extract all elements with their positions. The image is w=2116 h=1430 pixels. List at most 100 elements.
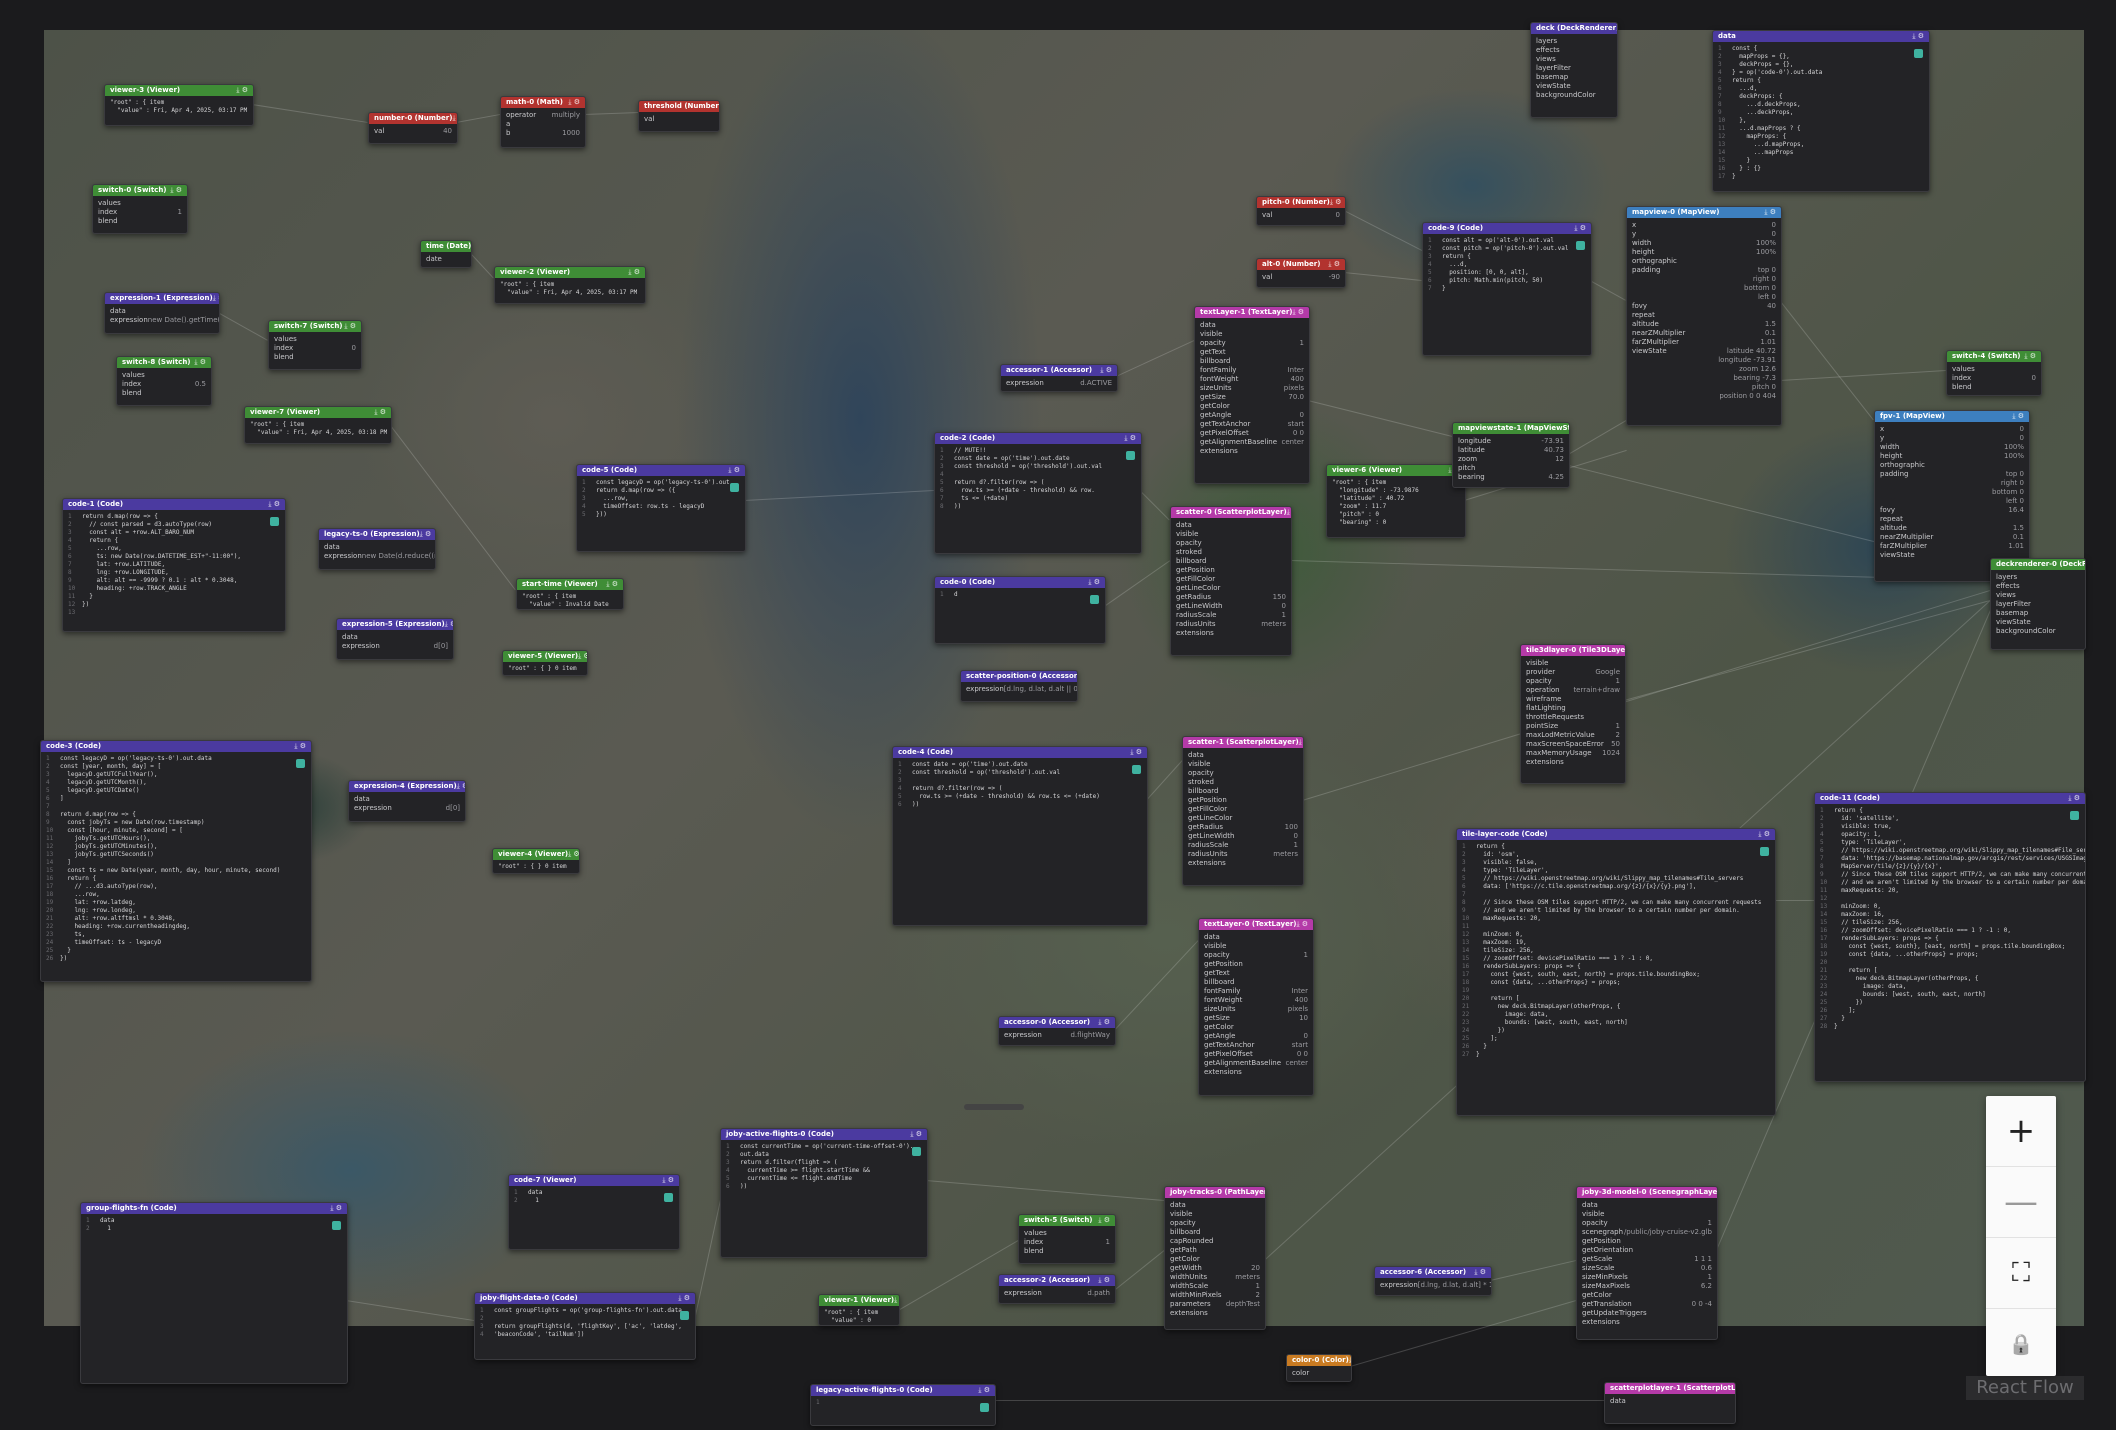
node-expression-5[interactable]: expression-5 (Expression)⤓ ⚙dataexpressi… (336, 618, 454, 660)
node-header[interactable]: viewer-1 (Viewer)⤓ ⚙ (819, 1295, 899, 1306)
field-value[interactable]: 70.0 (1288, 393, 1304, 402)
field-value[interactable]: 0 (1282, 602, 1286, 611)
field-value[interactable]: 0 (1304, 1032, 1308, 1041)
node-actions-icon[interactable]: ⤓ ⚙ (1098, 1215, 1110, 1226)
node-scatter-position-0[interactable]: scatter-position-0 (Accessor)⤓ ⚙ expressi… (960, 670, 1078, 702)
field-row[interactable]: visible (1176, 530, 1286, 539)
field-value[interactable]: position 0 0 404 (1719, 392, 1776, 401)
field-value[interactable]: bottom 0 (1992, 488, 2024, 497)
node-header[interactable]: time (Date)⤓ ⚙ (421, 241, 471, 252)
field-row[interactable]: values (98, 199, 182, 208)
run-toggle-icon[interactable] (1760, 847, 1769, 856)
node-header[interactable]: viewer-3 (Viewer) ⤓ ⚙ (105, 85, 253, 96)
field-row[interactable]: radiusUnits meters (1176, 620, 1286, 629)
node-code-2[interactable]: code-2 (Code) ⤓ ⚙ 1 // MUTE!! 2 const date = … (934, 432, 1142, 554)
run-toggle-icon[interactable] (332, 1221, 341, 1230)
field-value[interactable]: 50 (1611, 740, 1620, 749)
field-row[interactable]: expression new Date().getTime() (110, 316, 219, 325)
node-code-5[interactable]: code-5 (Code) ⤓ ⚙ 1 const legacyD = op('leg… (576, 464, 746, 552)
node-header[interactable]: code-0 (Code) ⤓ ⚙ (935, 577, 1105, 588)
node-color-0[interactable]: color-0 (Color)⤓ ⚙ color (1286, 1354, 1352, 1382)
edge[interactable] (994, 1400, 1604, 1401)
field-row[interactable]: extensions (1204, 1068, 1308, 1077)
node-switch-4[interactable]: switch-4 (Switch) ⤓ ⚙ values index 0 blend (1946, 350, 2042, 396)
field-row[interactable]: getRadius 100 (1188, 823, 1298, 832)
field-row[interactable]: val (644, 115, 714, 124)
field-value[interactable]: terrain+draw (1573, 686, 1620, 695)
field-row[interactable]: repeat (1632, 311, 1776, 320)
field-value[interactable]: 0 (352, 344, 356, 353)
field-row[interactable]: fontFamily Inter (1200, 366, 1304, 375)
node-header[interactable]: data ⤓ ⚙ (1713, 31, 1929, 42)
field-row[interactable]: data (1610, 1397, 1730, 1406)
field-value[interactable]: center (1281, 438, 1304, 447)
run-toggle-icon[interactable] (1126, 451, 1135, 460)
node-actions-icon[interactable]: ⤓ ⚙ (1100, 365, 1112, 376)
field-value[interactable]: pixels (1284, 384, 1304, 393)
field-value[interactable]: d[0] (446, 804, 460, 813)
field-row[interactable]: blend (1952, 383, 2036, 392)
run-toggle-icon[interactable] (296, 759, 305, 768)
field-row[interactable]: getPath (1170, 1246, 1260, 1255)
node-accessor-6[interactable]: accessor-6 (Accessor) ⤓ ⚙ expression [d.lng… (1374, 1266, 1492, 1296)
field-row[interactable]: billboard (1188, 787, 1298, 796)
field-row[interactable]: y0 (1632, 230, 1776, 239)
node-expression-1[interactable]: expression-1 (Expression)⤓ ⚙dataexpressi… (104, 292, 220, 334)
field-row[interactable]: extensions (1200, 447, 1304, 456)
field-row[interactable]: farZMultiplier 1.01 (1632, 338, 1776, 347)
node-math-0[interactable]: math-0 (Math) ⤓ ⚙ operator multiply a b 1000 (500, 96, 586, 148)
field-value[interactable]: 100% (1756, 239, 1776, 248)
node-header[interactable]: joby-tracks-0 (PathLayer)⤓ ⚙ (1165, 1187, 1265, 1198)
node-code-4[interactable]: code-4 (Code) ⤓ ⚙ 1 const date = op('time')… (892, 746, 1148, 926)
node-header[interactable]: code-7 (Viewer) ⤓ ⚙ (509, 1175, 679, 1186)
node-header[interactable]: start-time (Viewer) ⤓ ⚙ (517, 579, 623, 590)
fit-view-button[interactable]: ⛶ (1986, 1238, 2056, 1309)
field-row[interactable]: right 0 (1632, 275, 1776, 284)
field-value[interactable]: bearing -7.3 (1733, 374, 1776, 383)
field-row[interactable]: fontWeight 400 (1204, 996, 1308, 1005)
field-row[interactable]: left 0 (1880, 497, 2024, 506)
field-row[interactable]: getAngle 0 (1200, 411, 1304, 420)
field-row[interactable]: getPosition (1582, 1237, 1712, 1246)
node-tile-layer-code[interactable]: tile-layer-code (Code) ⤓ ⚙ 1 return {2 id: … (1456, 828, 1776, 1116)
field-value[interactable]: 1024 (1602, 749, 1620, 758)
field-row[interactable]: pointSize 1 (1526, 722, 1620, 731)
field-row[interactable]: getPixelOffset 0 0 (1204, 1050, 1308, 1059)
json-viewer[interactable]: "root" : { } 0 item (503, 662, 587, 675)
field-row[interactable]: farZMultiplier 1.01 (1880, 542, 2024, 551)
field-value[interactable]: 1 1 1 (1694, 1255, 1712, 1264)
field-row[interactable]: visible (1582, 1210, 1712, 1219)
node-switch-8[interactable]: switch-8 (Switch) ⤓ ⚙ values index 0.5 blend (116, 356, 212, 406)
field-row[interactable]: position 0 0 404 (1632, 392, 1776, 401)
field-row[interactable]: val -90 (1262, 273, 1340, 282)
field-row[interactable]: getPosition (1188, 796, 1298, 805)
json-viewer[interactable]: "root" : { item "value" : Invalid Date (517, 590, 623, 609)
field-row[interactable]: getFillColor (1188, 805, 1298, 814)
node-header[interactable]: deck (DeckRenderer)⤓ ⚙ (1531, 23, 1617, 34)
field-value[interactable]: 2 (1256, 1291, 1260, 1300)
field-row[interactable]: getColor (1200, 402, 1304, 411)
field-value[interactable]: 1.5 (2013, 524, 2024, 533)
node-joby-3d-model-0[interactable]: joby-3d-model-0 (ScenegraphLayer)⤓ ⚙ data… (1576, 1186, 1718, 1340)
field-row[interactable]: val 40 (374, 127, 452, 136)
node-header[interactable]: legacy-ts-0 (Expression) ⤓ ⚙ (319, 529, 435, 540)
node-header[interactable]: joby-3d-model-0 (ScenegraphLayer)⤓ ⚙ (1577, 1187, 1717, 1198)
field-value[interactable]: 400 (1291, 375, 1304, 384)
node-actions-icon[interactable]: ⤓ ⚙ (662, 1175, 674, 1186)
field-row[interactable]: expression [d.lng, d.lat, d.alt] * 1 (1380, 1281, 1491, 1290)
node-viewer-7[interactable]: viewer-7 (Viewer) ⤓ ⚙ "root" : { item "val… (244, 406, 392, 444)
node-joby-active-flights-0[interactable]: joby-active-flights-0 (Code) ⤓ ⚙ 1 const cu… (720, 1128, 928, 1258)
field-row[interactable]: getAlignmentBaseline center (1204, 1059, 1308, 1068)
json-viewer[interactable]: "root" : { } 0 item (493, 860, 579, 873)
field-value[interactable]: 1 (1294, 841, 1298, 850)
node-header[interactable]: deckrenderer-0 (DeckRenderer)⤓ ⚙ (1991, 559, 2085, 570)
node-legacy-active-flights-0[interactable]: legacy-active-flights-0 (Code) ⤓ ⚙ 1 (810, 1384, 996, 1426)
run-toggle-icon[interactable] (1914, 49, 1923, 58)
field-value[interactable]: 6.2 (1701, 1282, 1712, 1291)
field-row[interactable]: widthScale 1 (1170, 1282, 1260, 1291)
field-value[interactable]: meters (1273, 850, 1298, 859)
field-row[interactable]: maxScreenSpaceError 50 (1526, 740, 1620, 749)
field-row[interactable]: index 0 (1952, 374, 2036, 383)
field-row[interactable]: getColor (1204, 1023, 1308, 1032)
field-row[interactable]: backgroundColor (1536, 91, 1612, 100)
